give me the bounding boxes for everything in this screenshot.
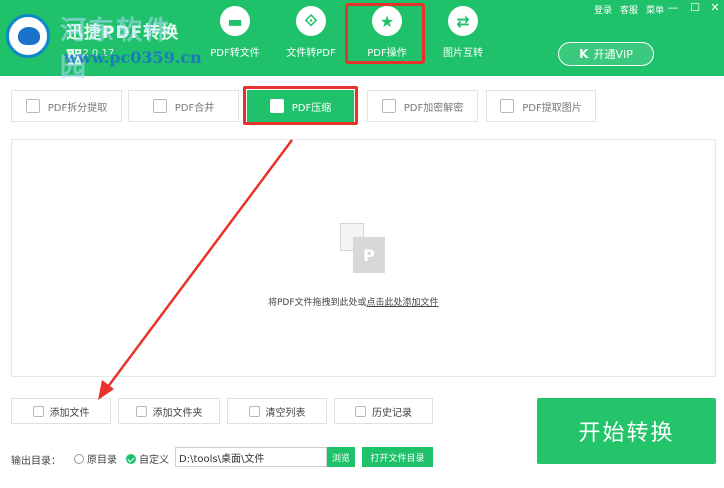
add-folder-icon <box>135 405 147 417</box>
tab-label: PDF提取图片 <box>522 102 582 114</box>
tab-pdf-extract-image[interactable]: PDF提取图片 <box>486 90 596 122</box>
open-folder-button[interactable]: 打开文件目录 <box>362 447 433 467</box>
annotation-arrow-head <box>98 380 114 400</box>
tab-pdf-merge[interactable]: PDF合并 <box>128 90 239 122</box>
radio-custom-dir[interactable]: 自定义 <box>126 451 169 466</box>
radio-custom-label: 自定义 <box>139 455 169 466</box>
nav-file-to-pdf[interactable]: ⟐ 文件转PDF <box>276 6 346 68</box>
tab-pdf-split[interactable]: PDF拆分提取 <box>11 90 122 122</box>
nav-label: PDF转文件 <box>210 48 260 59</box>
radio-original-dir[interactable]: 原目录 <box>74 451 117 466</box>
nav-image-convert[interactable]: ⇄ 图片互转 <box>428 6 498 68</box>
folder-icon: ▬ <box>220 6 250 36</box>
title-bar: 迅捷PDF转换器 河东软件园 V1.2.0.17 www.pc0359.cn ▬… <box>0 0 724 83</box>
nav-pdf-to-file[interactable]: ▬ PDF转文件 <box>200 6 270 68</box>
browse-button[interactable]: 浏览 <box>327 447 355 467</box>
maximize-icon[interactable]: ☐ <box>688 1 702 15</box>
history-label: 历史记录 <box>372 407 412 419</box>
history-button[interactable]: 历史记录 <box>334 398 433 424</box>
acrobat-icon: ⟐ <box>296 6 326 36</box>
annotation-highlight-compress <box>243 86 358 125</box>
merge-icon <box>152 99 167 113</box>
trash-icon <box>248 405 260 417</box>
add-file-button[interactable]: 添加文件 <box>11 398 111 424</box>
menu-link[interactable]: 菜单 <box>646 3 664 16</box>
start-convert-button[interactable]: 开始转换 <box>537 398 716 464</box>
top-links: 登录 客服 菜单 <box>594 3 664 16</box>
login-link[interactable]: 登录 <box>594 3 612 16</box>
watermark-url: www.pc0359.cn <box>64 48 202 67</box>
radio-checked-icon <box>126 453 136 464</box>
output-path-input[interactable] <box>175 447 327 467</box>
tab-label: PDF拆分提取 <box>47 102 108 114</box>
nav-label: 图片互转 <box>443 48 483 59</box>
swap-icon: ⇄ <box>448 6 478 36</box>
add-folder-label: 添加文件夹 <box>152 407 203 419</box>
lock-icon <box>381 99 396 113</box>
drop-hint-link[interactable]: 点击此处添加文件 <box>367 298 439 308</box>
app-logo-icon <box>6 14 50 58</box>
tab-label: PDF合并 <box>174 102 215 114</box>
nav-label: 文件转PDF <box>286 48 336 59</box>
image-icon <box>500 99 515 113</box>
app-window: 迅捷PDF转换器 河东软件园 V1.2.0.17 www.pc0359.cn ▬… <box>0 0 724 488</box>
minimize-icon[interactable]: — <box>666 1 680 15</box>
clear-list-label: 清空列表 <box>265 407 306 419</box>
watermark-title: 河东软件园 <box>60 16 173 83</box>
drop-hint: 将PDF文件拖拽到此处或点击此处添加文件 <box>268 295 439 308</box>
radio-original-label: 原目录 <box>87 455 117 466</box>
vip-label: 开通VIP <box>593 48 633 61</box>
annotation-highlight-pdf-ops <box>345 3 425 64</box>
output-dir-label: 输出目录： <box>11 456 61 467</box>
add-file-label: 添加文件 <box>49 407 90 419</box>
tab-pdf-encrypt[interactable]: PDF加密解密 <box>367 90 478 122</box>
tab-label: PDF加密解密 <box>403 102 464 114</box>
logo: 迅捷PDF转换器 河东软件园 V1.2.0.17 www.pc0359.cn <box>4 8 202 83</box>
close-icon[interactable]: ✕ <box>708 1 722 15</box>
drop-hint-text: 将PDF文件拖拽到此处或 <box>268 298 367 308</box>
vip-button[interactable]: K 开通VIP <box>558 42 654 66</box>
vip-icon: K <box>579 47 589 61</box>
clock-icon <box>355 405 366 417</box>
split-icon <box>25 99 40 113</box>
radio-unchecked-icon <box>74 453 84 464</box>
add-file-icon <box>32 405 44 417</box>
add-folder-button[interactable]: 添加文件夹 <box>118 398 220 424</box>
pdf-file-icon: P <box>353 237 385 273</box>
clear-list-button[interactable]: 清空列表 <box>227 398 327 424</box>
support-link[interactable]: 客服 <box>620 3 638 16</box>
